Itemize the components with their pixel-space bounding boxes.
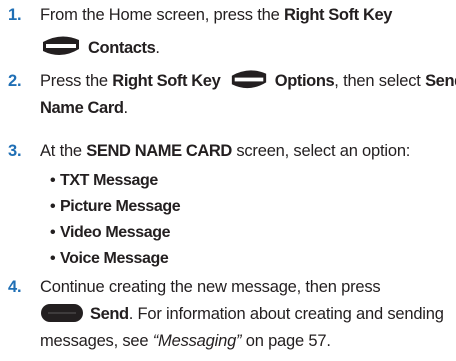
option-label: Video Message bbox=[60, 224, 171, 241]
option-label: Voice Message bbox=[60, 250, 169, 267]
step-number: 1. bbox=[8, 6, 22, 24]
step-2-text-b: , then select bbox=[334, 72, 426, 90]
step-2-text-c: . bbox=[123, 99, 129, 117]
step-4-line-1: Continue creating the new message, then … bbox=[40, 278, 381, 296]
step-2-bold-c: Send bbox=[425, 72, 456, 90]
list-item: • Picture Message bbox=[50, 198, 181, 215]
step-1-text-a: From the Home screen, press the bbox=[40, 6, 284, 24]
step-text: Press the Right Soft Key Options, then s… bbox=[40, 68, 456, 122]
option-label: Picture Message bbox=[60, 198, 181, 215]
step-1-bold-b: Contacts bbox=[88, 39, 156, 57]
step-3-text-a: At the bbox=[40, 142, 87, 160]
step-4-bold-a: Send bbox=[90, 305, 129, 323]
step-number: 4. bbox=[8, 278, 22, 296]
right-soft-key-icon bbox=[231, 70, 266, 89]
step-1-bold-a: Right Soft Key bbox=[283, 6, 393, 24]
step-text: At the SEND NAME CARD screen, select an … bbox=[40, 138, 450, 165]
step-4-text-b: messages, see bbox=[40, 332, 153, 350]
list-item: • Voice Message bbox=[50, 250, 169, 267]
list-item: • Video Message bbox=[50, 224, 171, 241]
step-1-text-b: . bbox=[155, 39, 160, 57]
step-4-text-a: . For information about creating and sen… bbox=[128, 305, 444, 323]
step-3-text-b: screen, select an option: bbox=[231, 142, 411, 160]
step-text: Continue creating the new message, then … bbox=[40, 274, 450, 355]
center-select-key-icon bbox=[41, 304, 83, 322]
messaging-reference: “Messaging” bbox=[152, 332, 242, 350]
step-4-text-c: on page 57. bbox=[241, 332, 331, 350]
list-item: • TXT Message bbox=[50, 172, 158, 189]
right-soft-key-icon bbox=[43, 36, 79, 56]
step-2-bold-a: Right Soft Key bbox=[112, 72, 221, 90]
option-list: • TXT Message • Picture Message • Video Mes… bbox=[50, 168, 430, 272]
step-text: From the Home screen, press the Right So… bbox=[40, 2, 450, 62]
step-2-bold-d: Name Card bbox=[40, 99, 124, 117]
instruction-page: 1. From the Home screen, press the Right… bbox=[0, 0, 456, 361]
step-3-bold-a: SEND NAME CARD bbox=[86, 142, 232, 160]
step-2-bold-b: Options bbox=[274, 72, 335, 90]
step-number: 2. bbox=[8, 72, 22, 90]
step-number: 3. bbox=[8, 142, 22, 160]
option-label: TXT Message bbox=[60, 172, 158, 189]
step-2-text-a: Press the bbox=[40, 72, 113, 90]
